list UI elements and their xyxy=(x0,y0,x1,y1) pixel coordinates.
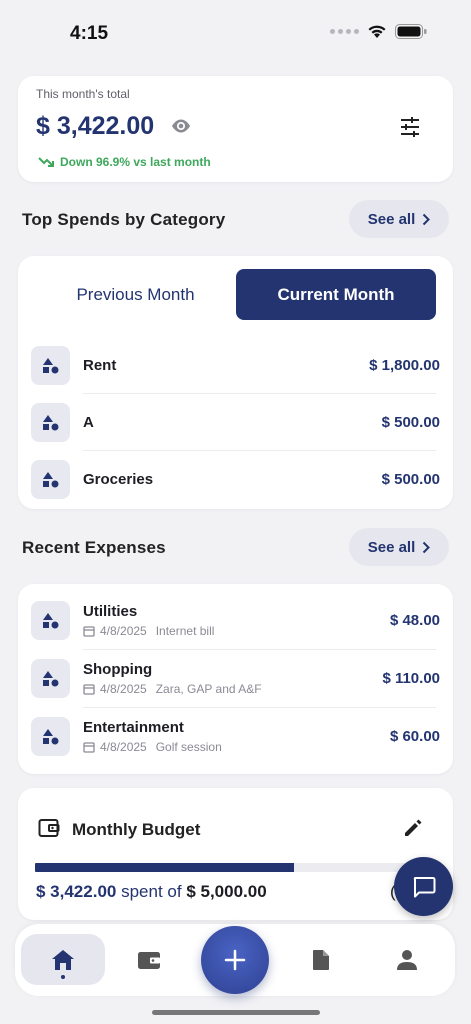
category-amount: $ 500.00 xyxy=(381,471,440,488)
calendar-icon xyxy=(83,626,95,637)
wallet-icon xyxy=(38,819,60,837)
home-indicator xyxy=(152,1010,320,1015)
expense-name: Entertainment xyxy=(83,719,184,736)
monthly-total-card: This month's total $ 3,422.00 Down 96.9%… xyxy=(18,76,453,182)
category-name: A xyxy=(83,414,94,431)
battery-icon xyxy=(395,24,427,39)
status-time: 4:15 xyxy=(70,23,109,44)
category-shapes-icon xyxy=(31,659,70,698)
expense-row[interactable]: Shopping 4/8/2025 Zara, GAP and A&F $ 11… xyxy=(31,659,440,698)
tab-current-month[interactable]: Current Month xyxy=(236,269,436,320)
recent-expenses-card: Utilities 4/8/2025 Internet bill $ 48.00… xyxy=(18,584,453,774)
calendar-icon xyxy=(83,684,95,695)
expense-note: Golf session xyxy=(155,740,222,754)
filter-sliders-icon[interactable] xyxy=(399,116,421,138)
expense-amount: $ 110.00 xyxy=(382,670,440,687)
active-tab-dot xyxy=(61,975,65,979)
category-amount: $ 1,800.00 xyxy=(369,357,440,374)
document-icon xyxy=(313,949,329,970)
add-expense-button[interactable] xyxy=(201,926,269,994)
budget-title: Monthly Budget xyxy=(72,820,201,839)
category-name: Groceries xyxy=(83,471,154,488)
trend-indicator: Down 96.9% vs last month xyxy=(38,155,211,169)
category-row[interactable]: Rent $ 1,800.00 xyxy=(31,346,440,385)
category-shapes-icon xyxy=(31,403,70,442)
expense-name: Shopping xyxy=(83,661,153,678)
category-name: Rent xyxy=(83,357,117,374)
tab-wallet[interactable] xyxy=(107,934,191,985)
chat-button[interactable] xyxy=(394,857,453,916)
expense-date: 4/8/2025 xyxy=(100,682,147,696)
wallet-icon xyxy=(138,951,160,969)
budget-summary: $ 3,422.00 spent of $ 5,000.00 xyxy=(36,882,267,902)
monthly-budget-card: Monthly Budget $ 3,422.00 spent of $ 5,0… xyxy=(18,788,453,920)
total-label: This month's total xyxy=(36,87,130,101)
status-bar: 4:15 xyxy=(0,0,471,70)
top-spends-card: Previous Month Current Month Rent $ 1,80… xyxy=(18,256,453,509)
divider xyxy=(83,450,436,451)
calendar-icon xyxy=(83,742,95,753)
tab-documents[interactable] xyxy=(279,934,363,985)
recent-expenses-title: Recent Expenses xyxy=(22,538,166,557)
expense-note: Zara, GAP and A&F xyxy=(155,682,262,696)
expense-amount: $ 60.00 xyxy=(389,728,440,745)
expense-row[interactable]: Entertainment 4/8/2025 Golf session $ 60… xyxy=(31,717,440,756)
expense-amount: $ 48.00 xyxy=(389,612,440,629)
see-all-label: See all xyxy=(367,538,416,556)
trend-text: Down 96.9% vs last month xyxy=(60,155,211,169)
category-row[interactable]: A $ 500.00 xyxy=(31,403,440,442)
chevron-right-icon xyxy=(423,213,431,225)
expense-row[interactable]: Utilities 4/8/2025 Internet bill $ 48.00 xyxy=(31,601,440,640)
category-amount: $ 500.00 xyxy=(381,414,440,431)
expense-name: Utilities xyxy=(83,603,138,620)
see-all-label: See all xyxy=(367,210,416,228)
status-icons xyxy=(330,24,427,39)
plus-icon xyxy=(224,949,246,971)
home-icon xyxy=(52,949,74,970)
recent-expenses-see-all-button[interactable]: See all xyxy=(349,528,449,566)
chevron-right-icon xyxy=(423,541,431,553)
divider xyxy=(83,649,436,650)
expense-note: Internet bill xyxy=(155,624,215,638)
wifi-icon xyxy=(368,25,386,38)
category-shapes-icon xyxy=(31,460,70,499)
budget-progress-fill xyxy=(35,863,294,872)
signal-icon xyxy=(330,29,359,34)
category-shapes-icon xyxy=(31,346,70,385)
eye-icon[interactable] xyxy=(170,118,192,134)
person-icon xyxy=(397,949,417,970)
category-row[interactable]: Groceries $ 500.00 xyxy=(31,460,440,499)
expense-date: 4/8/2025 xyxy=(100,624,147,638)
expense-date: 4/8/2025 xyxy=(100,740,147,754)
budget-spent: $ 3,422.00 xyxy=(36,882,117,901)
category-shapes-icon xyxy=(31,601,70,640)
total-amount: $ 3,422.00 xyxy=(36,112,155,140)
budget-total: $ 5,000.00 xyxy=(186,882,267,901)
chat-bubble-icon xyxy=(413,876,435,897)
trending-down-icon xyxy=(38,157,54,167)
divider xyxy=(83,707,436,708)
budget-progress-bar xyxy=(35,863,413,872)
edit-pencil-icon[interactable] xyxy=(403,818,423,838)
tab-home[interactable] xyxy=(21,934,105,985)
top-spends-title: Top Spends by Category xyxy=(22,210,226,229)
divider xyxy=(83,393,436,394)
tab-profile[interactable] xyxy=(365,934,449,985)
budget-spent-word: spent of xyxy=(121,882,182,901)
tab-previous-month[interactable]: Previous Month xyxy=(37,269,234,320)
category-shapes-icon xyxy=(31,717,70,756)
top-spends-see-all-button[interactable]: See all xyxy=(349,200,449,238)
